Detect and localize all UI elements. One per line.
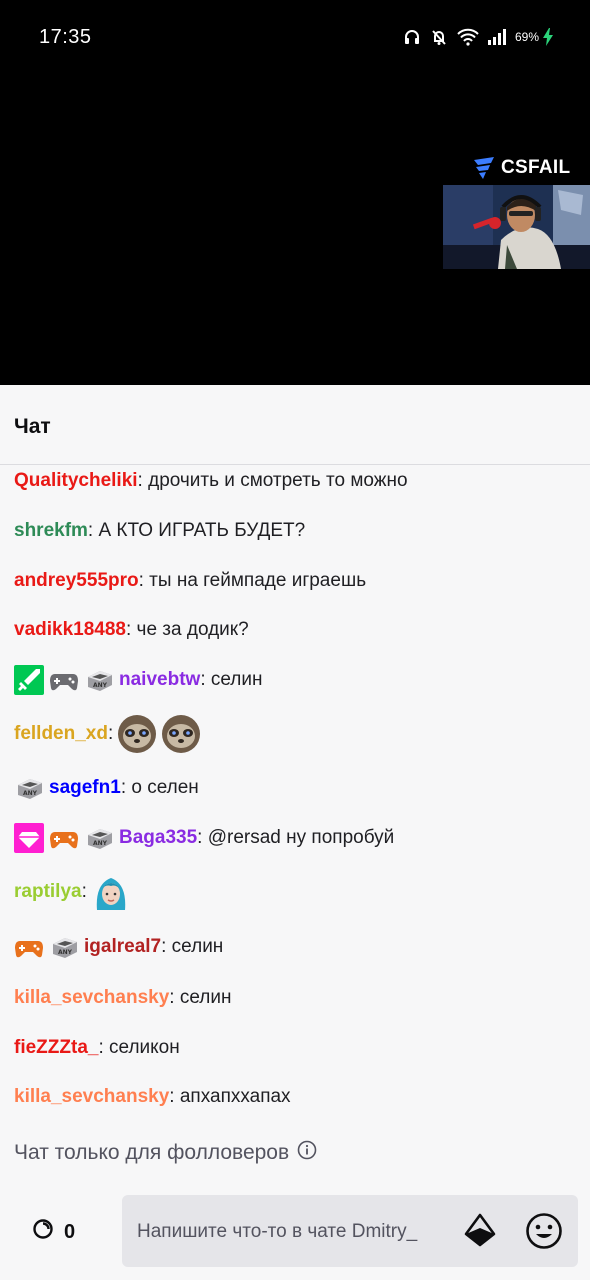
any-key-badge-icon[interactable]: ANY — [49, 932, 79, 962]
chat-message: raptilya : — [14, 870, 580, 914]
chat-username[interactable]: raptilya — [14, 881, 82, 903]
chat-username[interactable]: igalreal7 — [84, 936, 161, 958]
battery-percent: 69% — [514, 30, 539, 44]
chat-message: ANY sagefn1 : о селен — [14, 768, 580, 808]
followers-only-text: Чат только для фолловеров — [14, 1141, 290, 1164]
chat-username[interactable]: killa_sevchansky — [14, 987, 169, 1009]
headphones-icon — [403, 28, 421, 46]
chat-text: : — [107, 723, 114, 744]
sloth-emote-icon[interactable] — [117, 714, 157, 754]
svg-text:ANY: ANY — [23, 790, 38, 797]
chat-message: ANY igalreal7 : селин — [14, 927, 580, 967]
chat-message: ANY Baga335 : @rersad ну попробуй — [14, 818, 580, 858]
gem-badge-icon[interactable] — [14, 823, 44, 853]
status-time: 17:35 — [39, 26, 92, 48]
gamepad-badge-icon[interactable] — [49, 665, 79, 695]
chat-text: : селикон — [98, 1037, 180, 1058]
video-player[interactable]: CSFAIL — [0, 75, 590, 385]
csfail-logo-icon — [474, 157, 494, 179]
chat-text: : апхапххапах — [169, 1086, 291, 1107]
sponsor-logo-text: CSFAIL — [501, 157, 571, 178]
chat-username[interactable]: killa_sevchansky — [14, 1086, 169, 1108]
any-key-badge-icon[interactable]: ANY — [84, 665, 114, 695]
any-key-badge-icon[interactable]: ANY — [14, 773, 44, 803]
chat-text: : селин — [169, 987, 232, 1008]
bits-button[interactable] — [462, 1212, 498, 1250]
followers-only-notice: Чат только для фолловеров — [14, 1140, 317, 1166]
battery-charging-icon — [542, 28, 554, 46]
chat-text: : селин — [161, 936, 224, 957]
chat-text: : @rersad ну попробуй — [197, 827, 395, 848]
chat-message: shrekfm : А КТО ИГРАТЬ БУДЕТ? — [14, 511, 580, 551]
orange-gamepad-badge-icon[interactable] — [14, 932, 44, 962]
chat-text: : — [81, 881, 87, 902]
smiley-icon — [526, 1213, 562, 1249]
svg-text:ANY: ANY — [93, 840, 108, 847]
emote-picker-button[interactable] — [525, 1212, 563, 1250]
chat-message: killa_sevchansky : селин — [14, 978, 580, 1018]
sponsor-logo: CSFAIL — [472, 157, 570, 179]
chat-text: : дрочить и смотреть то можно — [137, 470, 408, 491]
chat-username[interactable]: shrekfm — [14, 520, 88, 542]
streamer-webcam — [443, 185, 590, 269]
any-key-badge-icon[interactable]: ANY — [84, 823, 114, 853]
chat-text: : ты на геймпаде играешь — [138, 570, 367, 591]
chat-username[interactable]: Baga335 — [119, 827, 197, 849]
channel-points-count: 0 — [64, 1220, 76, 1243]
channel-points-icon — [32, 1218, 54, 1246]
chat-username[interactable]: fellden_xd — [14, 723, 108, 745]
blue-hair-emote-icon[interactable] — [91, 872, 131, 912]
svg-text:ANY: ANY — [58, 949, 73, 956]
sword-badge-icon[interactable] — [14, 665, 44, 695]
orange-gamepad-badge-icon[interactable] — [49, 823, 79, 853]
chat-text: : селин — [200, 669, 263, 690]
signal-icon — [487, 29, 506, 45]
chat-username[interactable]: fieZZZta_ — [14, 1037, 98, 1059]
chat-text: : о селен — [120, 777, 199, 798]
chat-message: fieZZZta_ : селикон — [14, 1028, 580, 1068]
chat-title: Чат — [14, 415, 51, 438]
chat-message: Qualitycheliki : дрочить и смотреть то м… — [14, 466, 580, 501]
chat-message: fellden_xd : — [14, 712, 580, 756]
status-bar: 17:35 69% — [0, 0, 590, 75]
chat-message: ANY naivebtw : селин — [14, 660, 580, 700]
bell-off-icon — [430, 28, 448, 46]
svg-text:ANY: ANY — [93, 682, 108, 689]
chat-header: Чат — [0, 385, 590, 465]
chat-message: vadikk18488 : че за додик? — [14, 610, 580, 650]
chat-username[interactable]: vadikk18488 — [14, 619, 126, 641]
chat-text: : че за додик? — [126, 619, 249, 640]
chat-username[interactable]: sagefn1 — [49, 777, 121, 799]
chat-text: : А КТО ИГРАТЬ БУДЕТ? — [87, 520, 306, 541]
info-icon[interactable] — [297, 1140, 317, 1166]
chat-username[interactable]: andrey555pro — [14, 570, 139, 592]
chat-input-placeholder[interactable]: Напишите что-то в чате Dmitry_ — [137, 1221, 447, 1243]
wifi-icon — [457, 28, 479, 46]
sloth-emote-icon[interactable] — [161, 714, 201, 754]
chat-username[interactable]: Qualitycheliki — [14, 470, 138, 492]
chat-message: killa_sevchansky : апхапххапах — [14, 1077, 580, 1117]
bits-icon — [464, 1213, 496, 1247]
status-icons: 69% — [403, 27, 554, 47]
chat-message: andrey555pro : ты на геймпаде играешь — [14, 561, 580, 601]
chat-messages[interactable]: Qualitycheliki : дрочить и смотреть то м… — [0, 466, 590, 1131]
chat-username[interactable]: naivebtw — [119, 669, 200, 691]
chat-input-box[interactable]: Напишите что-то в чате Dmitry_ — [122, 1195, 578, 1267]
channel-points[interactable]: 0 — [32, 1218, 75, 1246]
